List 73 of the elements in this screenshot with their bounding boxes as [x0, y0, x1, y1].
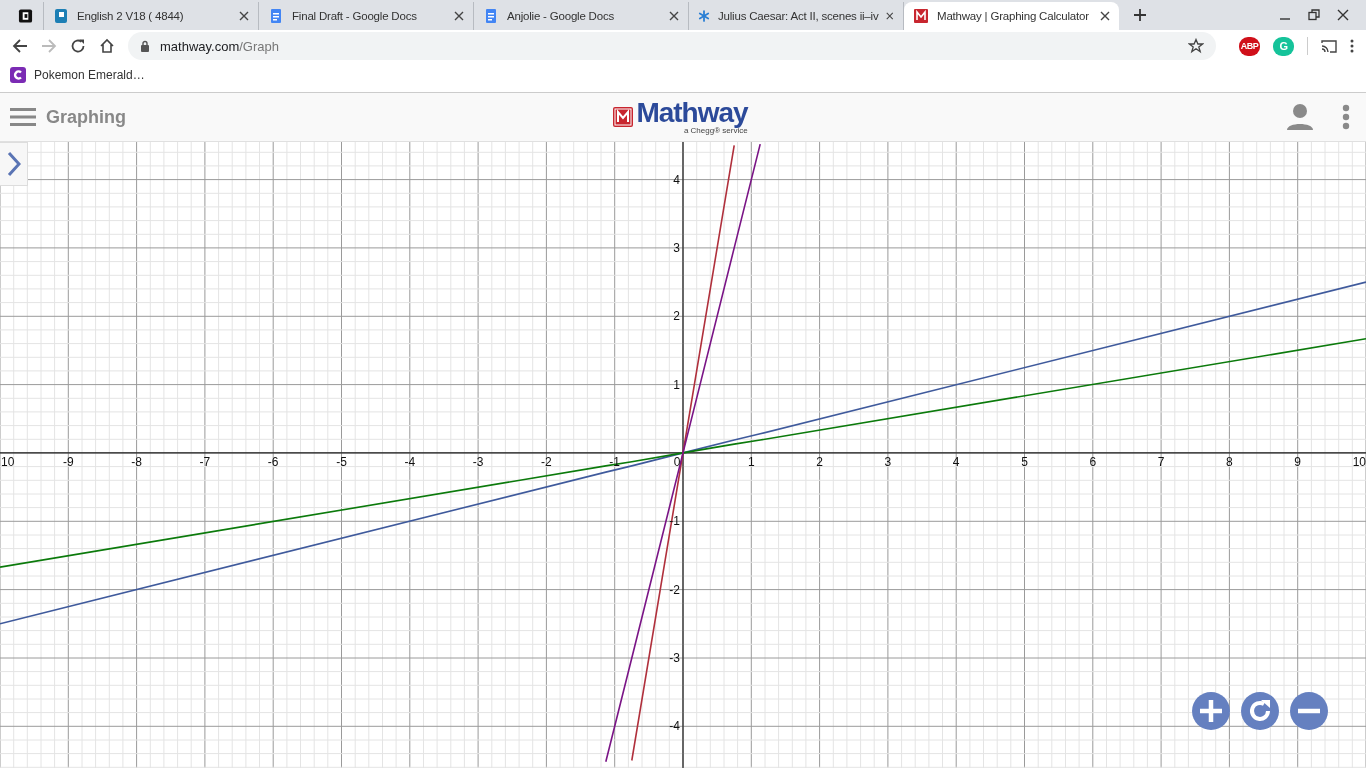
menu-icon[interactable] [10, 107, 36, 127]
page-title: Graphing [46, 106, 126, 128]
close-icon[interactable] [886, 11, 894, 21]
axis-tick-label: -2 [669, 582, 680, 597]
b-logo-icon [18, 8, 33, 24]
axis-tick-label: 5 [1021, 454, 1028, 469]
axis-tick-label: 1 [747, 454, 755, 469]
tab-title: English 2 V18 ( 4844) [77, 10, 185, 22]
bookmark-link[interactable]: Pokemon Emerald… [10, 67, 145, 83]
restore-icon[interactable] [1308, 9, 1320, 21]
close-icon[interactable] [669, 11, 679, 21]
close-icon[interactable] [239, 11, 249, 21]
axis-tick-label: 8 [1226, 454, 1233, 469]
document-icon [268, 8, 284, 24]
tab-title: Julius Caesar: Act II, scenes ii–iv [718, 10, 879, 22]
logo-tagline: a Chegg® service [683, 127, 748, 135]
document-icon [483, 8, 499, 24]
tab-title: Final Draft - Google Docs [292, 10, 418, 22]
zoom-in-icon[interactable] [1192, 692, 1230, 730]
axis-tick-label: 2 [816, 454, 823, 469]
tab-title: Mathway | Graphing Calculator [937, 10, 1090, 22]
reload-icon[interactable] [70, 38, 86, 54]
axis-tick-label: 3 [673, 240, 680, 255]
axis-tick-label: -7 [199, 454, 211, 469]
close-window-icon[interactable] [1337, 9, 1349, 21]
axis-tick-label: -3 [472, 454, 484, 469]
logo-mark-icon [913, 8, 929, 24]
reset-zoom-icon[interactable] [1241, 692, 1279, 730]
close-icon[interactable] [454, 11, 464, 21]
bookmark-label: Pokemon Emerald… [34, 68, 145, 82]
axis-tick-label: 7 [1157, 454, 1165, 469]
more-options-icon[interactable] [1350, 39, 1354, 53]
new-tab-icon[interactable] [1133, 8, 1147, 22]
chevron-right-icon [6, 151, 21, 177]
logo-mark-icon [612, 106, 635, 128]
axis-tick-label: -4 [669, 719, 680, 734]
axis-tick-label: -9 [62, 454, 74, 469]
close-icon[interactable] [1100, 11, 1110, 21]
user-icon[interactable] [1286, 103, 1314, 131]
mathway-logo[interactable]: Mathway a Chegg® service [612, 99, 748, 135]
axis-tick-label: 3 [884, 454, 892, 469]
axis-tick-label: 6 [1089, 454, 1097, 469]
url-text: mathway.com/Graph [160, 38, 279, 54]
axis-tick-label: 2 [673, 309, 680, 324]
bookmark-icon [53, 8, 69, 24]
axis-tick-label: 10 [1, 454, 15, 469]
expand-sidebar-button[interactable] [0, 142, 28, 186]
axis-tick-label: -4 [404, 454, 416, 469]
forward-arrow-icon [41, 38, 57, 54]
lock-icon [140, 40, 150, 52]
tab-title: Anjolie - Google Docs [507, 10, 616, 22]
zoom-out-icon[interactable] [1290, 692, 1328, 730]
axis-tick-label: -8 [131, 454, 142, 469]
axis-tick-label: 9 [1294, 454, 1302, 469]
axis-tick-label: 0 [673, 454, 681, 469]
browser-tab[interactable]: Mathway | Graphing Calculator [904, 2, 1119, 30]
axis-tick-label: 4 [673, 172, 680, 187]
c-logo-icon [10, 67, 26, 83]
adblock-extension[interactable]: ABP [1239, 36, 1260, 56]
axis-tick-label: -3 [669, 650, 680, 665]
axis-tick-label: -2 [541, 454, 552, 469]
logo-wordmark: Mathway [636, 99, 748, 127]
axis-tick-label: 1 [673, 377, 680, 392]
address-bar[interactable]: mathway.com/Graph [128, 32, 1216, 60]
axis-tick-label: -5 [336, 454, 347, 469]
asterisk-icon [698, 8, 710, 24]
axis-tick-label: 10 [1352, 454, 1366, 469]
axis-tick-label: -6 [267, 454, 279, 469]
cast-icon[interactable] [1321, 39, 1337, 53]
star-icon[interactable] [1188, 38, 1204, 54]
back-arrow-icon[interactable] [12, 38, 28, 54]
home-icon[interactable] [99, 38, 115, 54]
axis-tick-label: 4 [952, 454, 960, 469]
